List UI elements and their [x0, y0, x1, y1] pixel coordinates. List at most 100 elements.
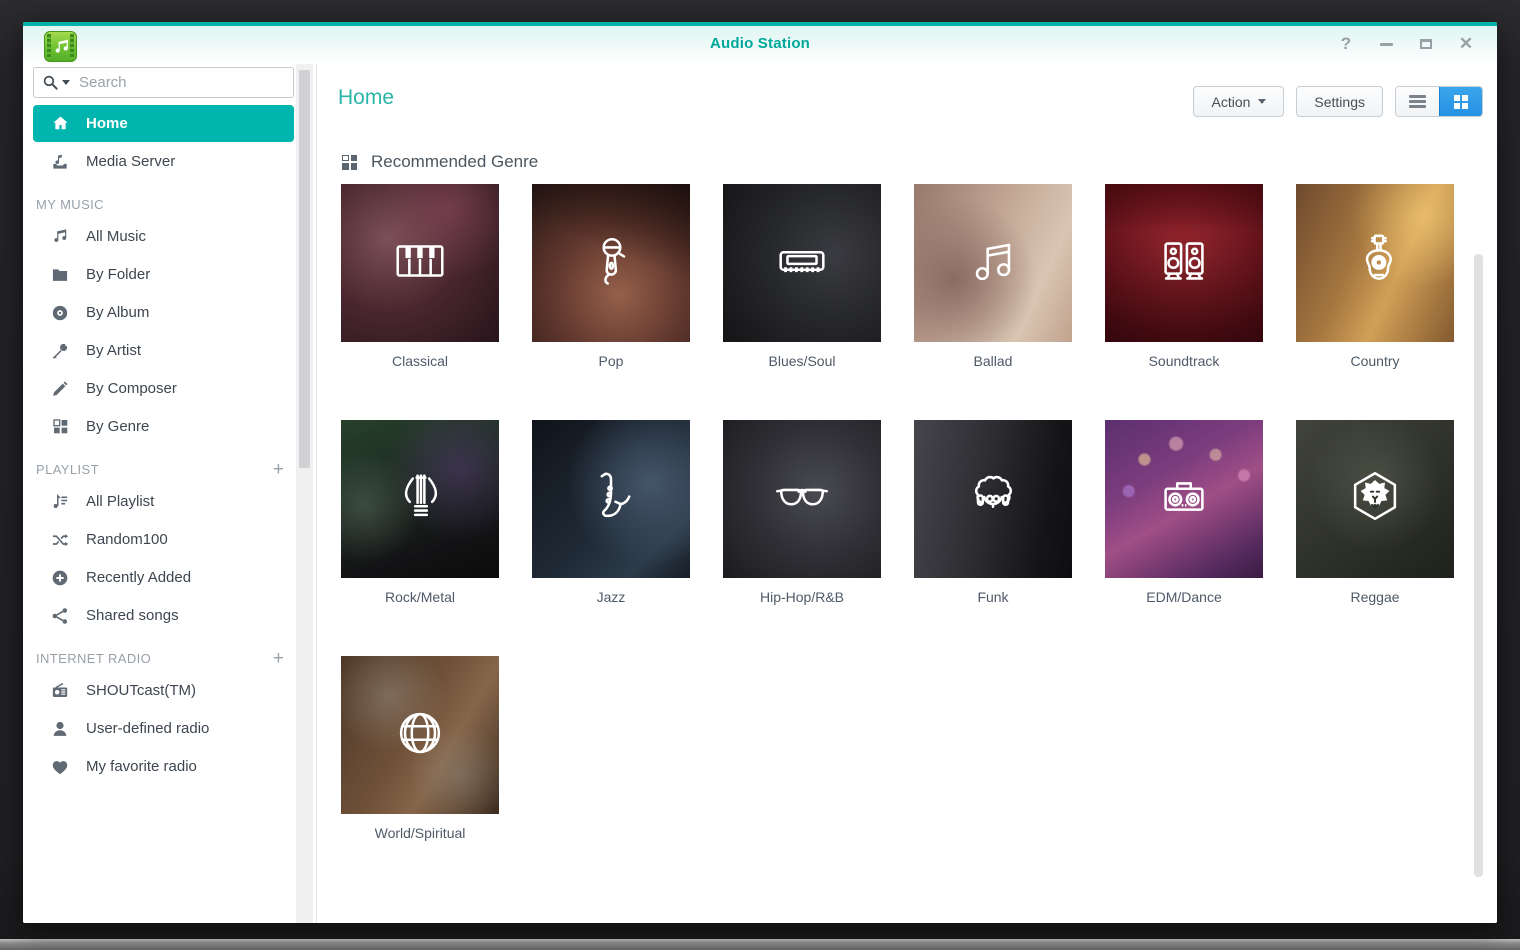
genre-label: Funk [914, 589, 1072, 605]
genre-tile-rock-metal[interactable]: Rock/Metal [341, 420, 499, 605]
sidebar-item-label: All Playlist [86, 493, 154, 510]
sidebar-item-by-folder[interactable]: By Folder [33, 256, 294, 293]
section-header-internet-radio: INTERNET RADIO + [36, 651, 288, 666]
list-view-button[interactable] [1396, 87, 1439, 116]
search-input[interactable] [77, 73, 285, 92]
section-title: Recommended Genre [371, 152, 538, 172]
add-playlist-button[interactable]: + [269, 463, 288, 477]
chevron-down-icon [1258, 99, 1266, 104]
sidebar-item-shoutcast[interactable]: SHOUTcast(TM) [33, 672, 294, 709]
microphone-icon [50, 341, 70, 361]
maximize-button[interactable] [1413, 32, 1439, 56]
sidebar-item-my-favorite-radio[interactable]: My favorite radio [33, 748, 294, 785]
genre-artwork [341, 420, 499, 578]
sidebar-item-label: Home [86, 115, 128, 132]
genre-tile-ballad[interactable]: Ballad [914, 184, 1072, 369]
sidebar-item-recently-added[interactable]: Recently Added [33, 559, 294, 596]
maximize-icon [1420, 39, 1432, 49]
sidebar-item-random100[interactable]: Random100 [33, 521, 294, 558]
genre-tile-world-spiritual[interactable]: World/Spiritual [341, 656, 499, 841]
genre-label: Jazz [532, 589, 690, 605]
genre-label: Classical [341, 353, 499, 369]
sidebar-item-all-playlist[interactable]: All Playlist [33, 483, 294, 520]
section-title: INTERNET RADIO [36, 651, 269, 666]
person-icon [50, 719, 70, 739]
sidebar-item-all-music[interactable]: All Music [33, 218, 294, 255]
genre-artwork [1105, 184, 1263, 342]
sidebar-item-by-artist[interactable]: By Artist [33, 332, 294, 369]
sidebar-item-media-server[interactable]: Media Server [33, 143, 294, 180]
sidebar-item-by-album[interactable]: By Album [33, 294, 294, 331]
search-scope-caret-icon[interactable] [62, 80, 70, 85]
sidebar-item-label: All Music [86, 228, 146, 245]
harmonica-icon [771, 230, 833, 297]
sidebar-item-home[interactable]: Home [33, 105, 294, 142]
genre-tile-soundtrack[interactable]: Soundtrack [1105, 184, 1263, 369]
sidebar-item-label: By Folder [86, 266, 150, 283]
genre-tile-reggae[interactable]: Reggae [1296, 420, 1454, 605]
help-button[interactable]: ? [1333, 32, 1359, 56]
recommended-genre-header: Recommended Genre [342, 152, 538, 172]
window-controls: ? ✕ [1333, 32, 1479, 56]
shuffle-icon [50, 530, 70, 550]
genre-tile-country[interactable]: Country [1296, 184, 1454, 369]
grid-view-button[interactable] [1439, 87, 1482, 116]
genre-artwork [1296, 420, 1454, 578]
genre-tile-funk[interactable]: Funk [914, 420, 1072, 605]
genre-section-icon [342, 155, 357, 170]
genre-label: Country [1296, 353, 1454, 369]
genre-artwork [341, 184, 499, 342]
sidebar-item-by-genre[interactable]: By Genre [33, 408, 294, 445]
genre-artwork [1105, 420, 1263, 578]
plus-circle-icon [50, 568, 70, 588]
genre-artwork [1296, 184, 1454, 342]
genre-tile-jazz[interactable]: Jazz [532, 420, 690, 605]
genre-label: World/Spiritual [341, 825, 499, 841]
sidebar-scrollbar[interactable] [296, 64, 313, 923]
genre-label: Ballad [914, 353, 1072, 369]
genre-tile-blues-soul[interactable]: Blues/Soul [723, 184, 881, 369]
sidebar-item-label: SHOUTcast(TM) [86, 682, 196, 699]
toolbar: Action Settings [1193, 86, 1483, 117]
afro-headphones-icon [962, 466, 1024, 533]
sidebar-scrollbar-thumb[interactable] [299, 70, 310, 468]
genre-tile-edm-dance[interactable]: EDM/Dance [1105, 420, 1263, 605]
genre-artwork [723, 420, 881, 578]
main-scrollbar-thumb[interactable] [1474, 254, 1483, 877]
taskbar-sliver [0, 939, 1520, 950]
genre-tile-classical[interactable]: Classical [341, 184, 499, 369]
sidebar-item-user-defined-radio[interactable]: User-defined radio [33, 710, 294, 747]
sidebar-item-by-composer[interactable]: By Composer [33, 370, 294, 407]
sidebar-item-label: Recently Added [86, 569, 191, 586]
window-title: Audio Station [23, 35, 1497, 52]
genre-label: Blues/Soul [723, 353, 881, 369]
sidebar-item-label: By Album [86, 304, 149, 321]
music-note-icon [50, 227, 70, 247]
main-panel: Home Action Settings Recommended Genre [317, 64, 1497, 923]
close-button[interactable]: ✕ [1453, 32, 1479, 56]
section-title: MY MUSIC [36, 197, 288, 212]
genre-label: Reggae [1296, 589, 1454, 605]
genre-tile-pop[interactable]: Pop [532, 184, 690, 369]
grid-view-icon [1454, 95, 1468, 109]
electric-guitar-icon [389, 466, 451, 533]
action-button[interactable]: Action [1193, 86, 1284, 117]
minimize-button[interactable] [1373, 32, 1399, 56]
page-title: Home [338, 86, 394, 110]
genre-artwork [914, 184, 1072, 342]
genre-label: EDM/Dance [1105, 589, 1263, 605]
sidebar-item-shared-songs[interactable]: Shared songs [33, 597, 294, 634]
disc-icon [50, 303, 70, 323]
sidebar: Home Media Server MY MUSIC All Music By … [23, 64, 295, 923]
genre-artwork [532, 184, 690, 342]
sidebar-item-label: User-defined radio [86, 720, 209, 737]
acoustic-guitar-icon [1344, 230, 1406, 297]
search-box[interactable] [33, 67, 294, 98]
add-internet-radio-button[interactable]: + [269, 652, 288, 666]
settings-button[interactable]: Settings [1296, 86, 1383, 117]
list-view-icon [1409, 95, 1426, 108]
speakers-icon [1153, 230, 1215, 297]
genre-tile-hip-hop-rb[interactable]: Hip-Hop/R&B [723, 420, 881, 605]
home-icon [50, 114, 70, 134]
share-icon [50, 606, 70, 626]
